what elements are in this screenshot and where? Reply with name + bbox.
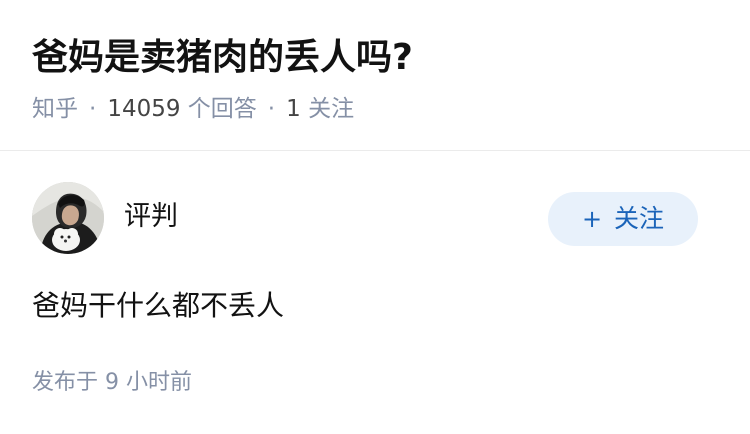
avatar-person-with-dog-icon: [32, 182, 104, 254]
answer-content[interactable]: 爸妈干什么都不丢人: [32, 286, 284, 326]
source-label[interactable]: 知乎: [32, 96, 78, 122]
question-meta: 知乎 · 14059 个回答 · 1 关注: [32, 92, 354, 126]
answer-count[interactable]: 14059: [107, 96, 180, 122]
plus-icon: +: [581, 205, 603, 233]
meta-separator: ·: [89, 96, 97, 122]
divider: [0, 150, 750, 151]
follow-button-label: 关注: [614, 204, 665, 233]
follow-count[interactable]: 1: [286, 96, 301, 122]
meta-separator-2: ·: [267, 96, 276, 122]
answer-count-suffix[interactable]: 个回答: [188, 96, 257, 122]
avatar[interactable]: [32, 182, 104, 254]
follow-count-suffix[interactable]: 关注: [308, 96, 354, 122]
question-header: 爸妈是卖猪肉的丢人吗? 知乎 · 14059 个回答 · 1 关注: [0, 0, 750, 150]
question-title[interactable]: 爸妈是卖猪肉的丢人吗?: [32, 34, 413, 82]
follow-button[interactable]: + 关注: [548, 192, 698, 246]
publish-time: 发布于 9 小时前: [32, 370, 192, 395]
author-name[interactable]: 评判: [124, 198, 178, 236]
